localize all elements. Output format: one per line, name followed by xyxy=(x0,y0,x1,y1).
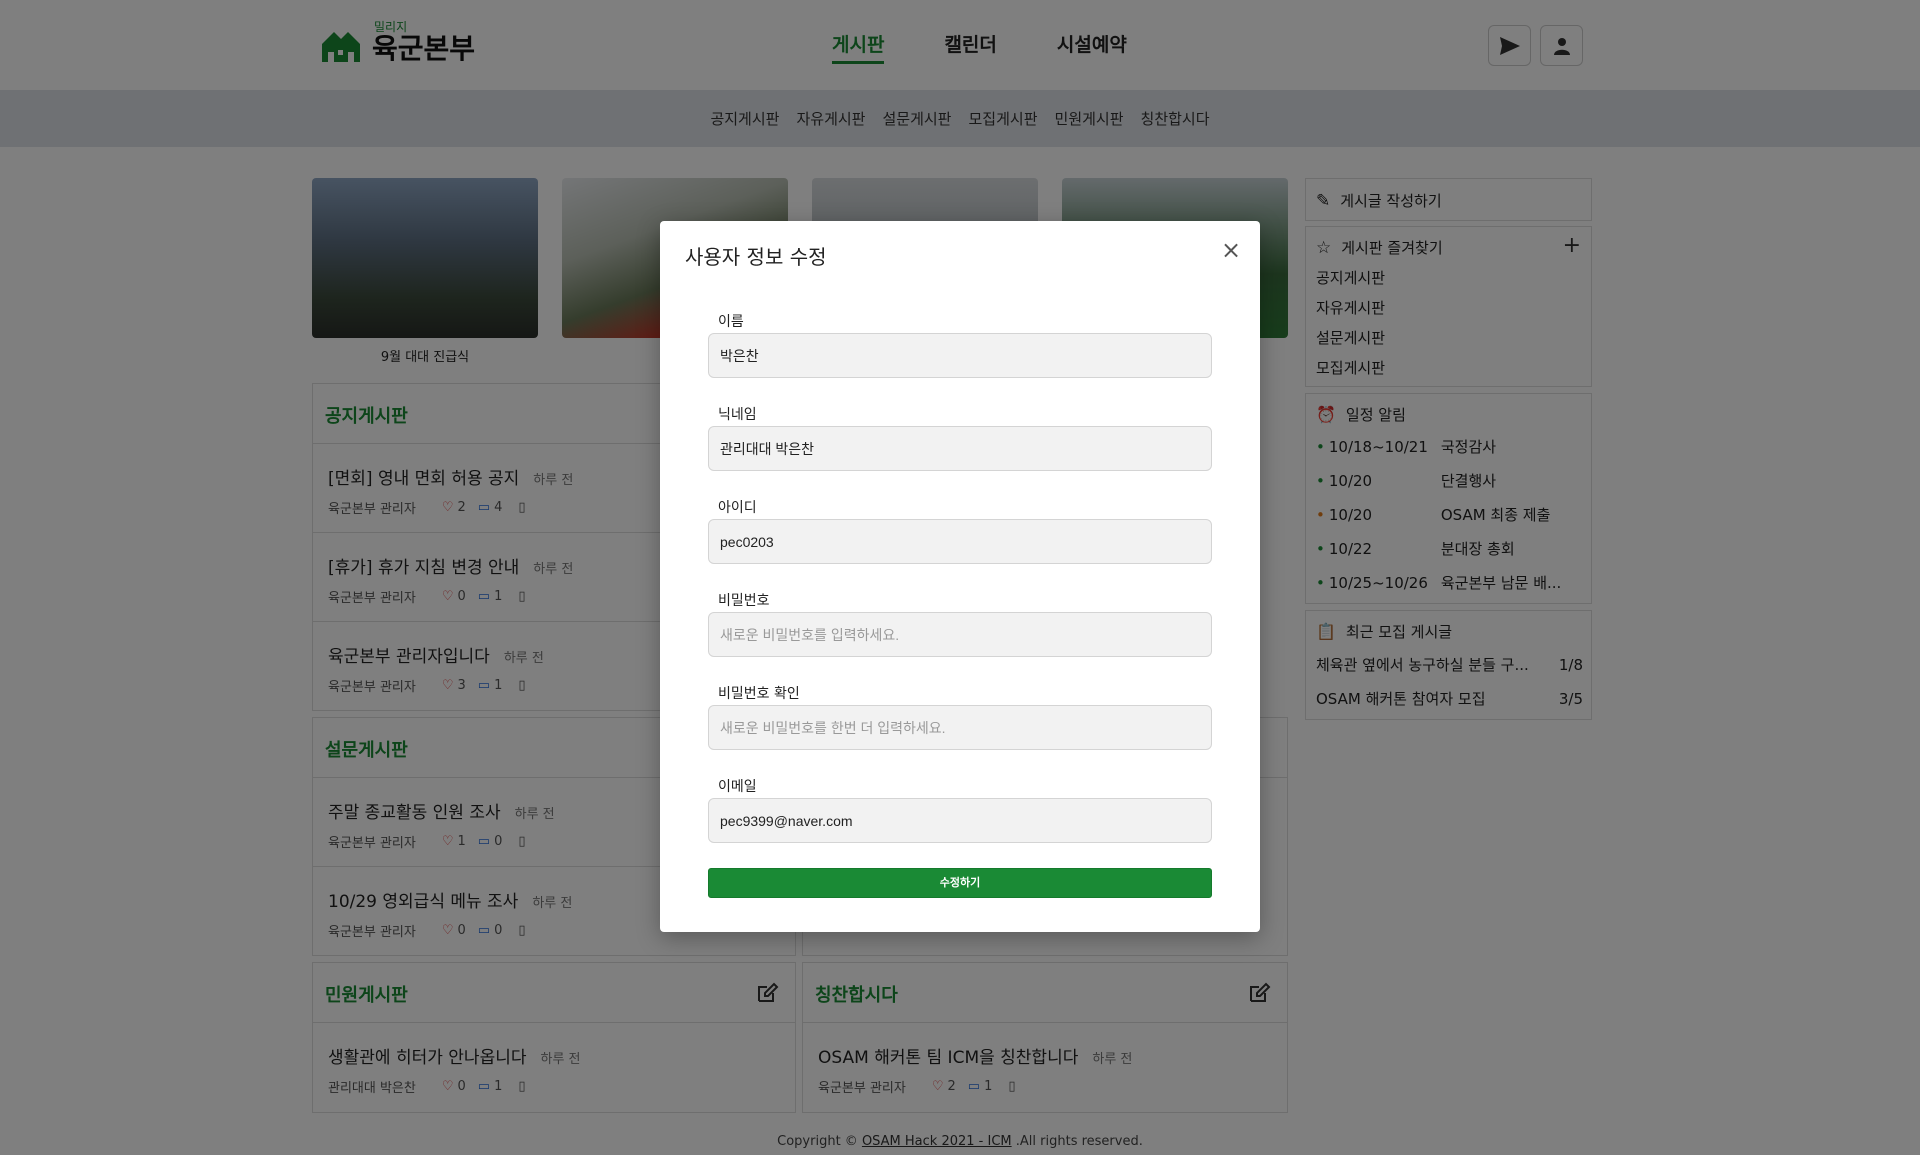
name-field[interactable] xyxy=(708,333,1212,378)
email-field[interactable] xyxy=(708,798,1212,843)
password-field[interactable] xyxy=(708,612,1212,657)
close-icon[interactable]: × xyxy=(1220,238,1242,262)
userid-label: 아이디 xyxy=(718,500,757,516)
edit-user-modal: 사용자 정보 수정 × 이름 닉네임 아이디 비밀번호 비밀번호 확인 이메일 … xyxy=(660,221,1260,932)
name-label: 이름 xyxy=(718,314,744,330)
userid-field[interactable] xyxy=(708,519,1212,564)
modal-title: 사용자 정보 수정 xyxy=(685,245,827,269)
nickname-field[interactable] xyxy=(708,426,1212,471)
nickname-label: 닉네임 xyxy=(718,407,757,423)
password-confirm-field[interactable] xyxy=(708,705,1212,750)
submit-button[interactable]: 수정하기 xyxy=(708,868,1212,898)
email-label: 이메일 xyxy=(718,779,757,795)
password-confirm-label: 비밀번호 확인 xyxy=(718,686,800,702)
password-label: 비밀번호 xyxy=(718,593,770,609)
